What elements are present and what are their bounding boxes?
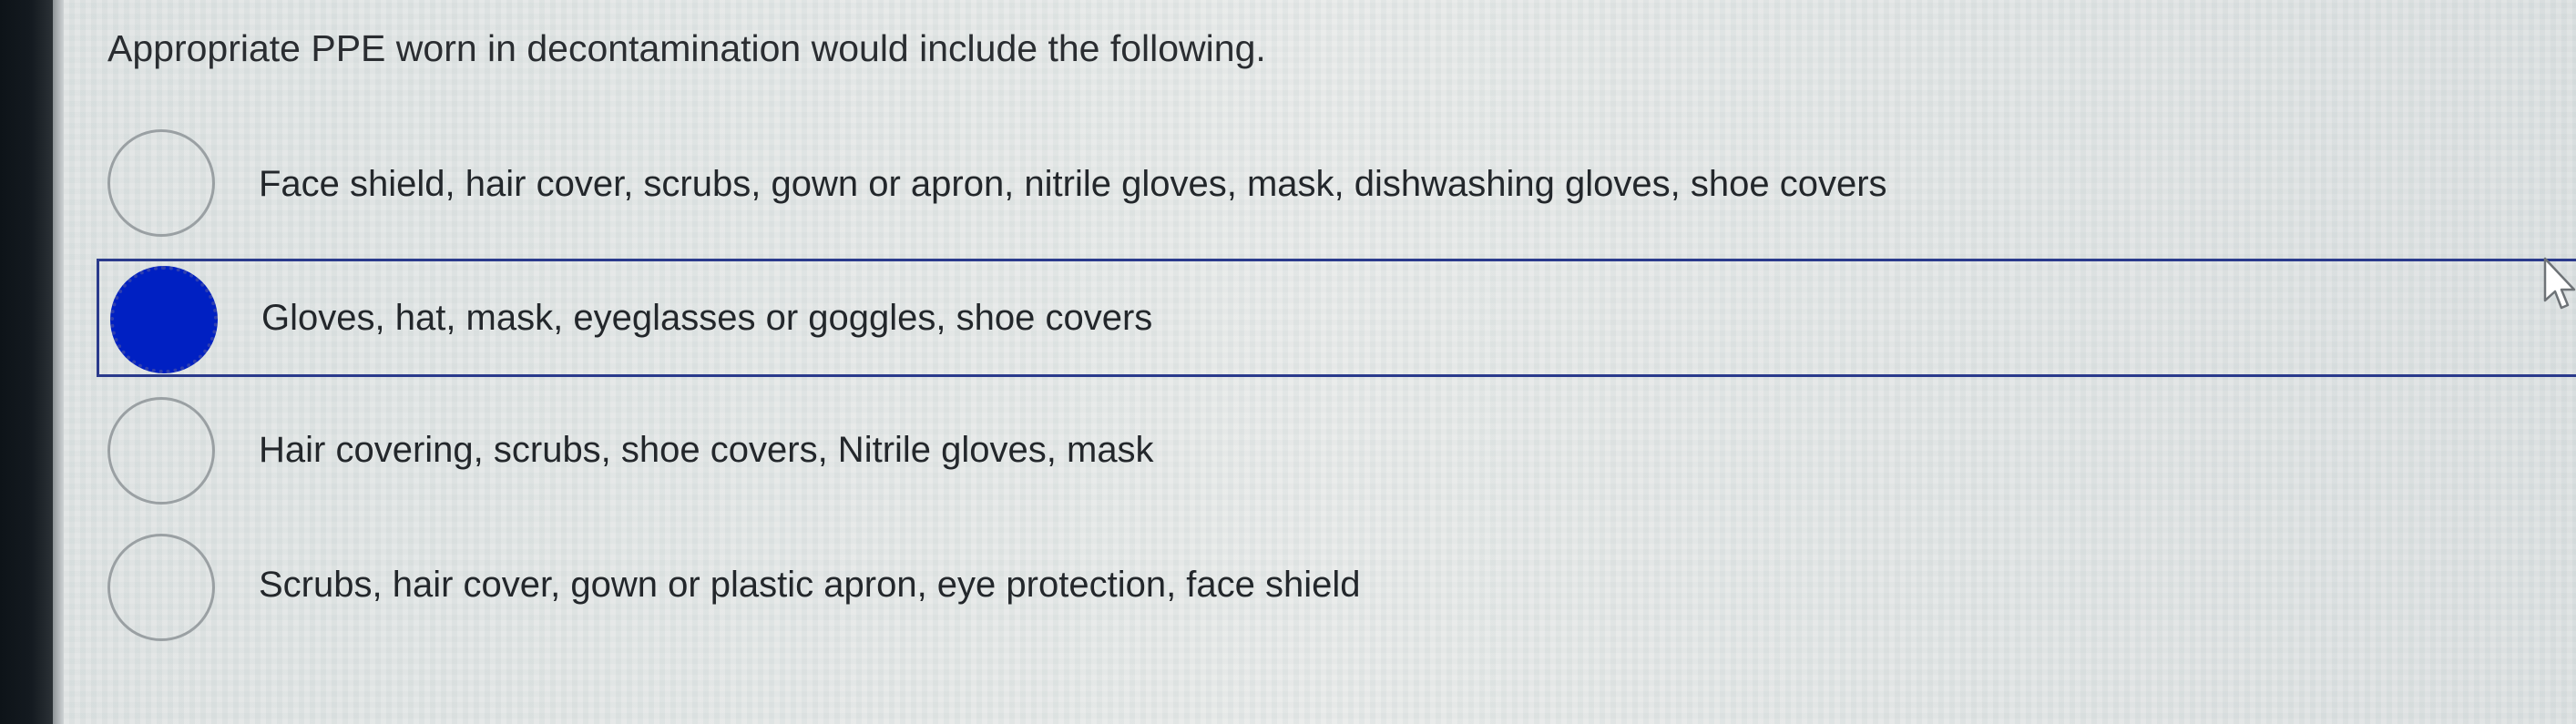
answer-option-1-label: Face shield, hair cover, scrubs, gown or… [259, 164, 1887, 204]
answer-option-2[interactable]: Gloves, hat, mask, eyeglasses or goggles… [97, 259, 2576, 377]
radio-button-1[interactable] [107, 129, 215, 237]
answer-option-4-label: Scrubs, hair cover, gown or plastic apro… [259, 565, 1361, 605]
answer-option-3[interactable]: Hair covering, scrubs, shoe covers, Nitr… [97, 393, 2576, 512]
monitor-bezel [0, 0, 53, 724]
radio-button-2-selected[interactable] [110, 266, 218, 373]
answer-option-3-label: Hair covering, scrubs, shoe covers, Nitr… [259, 430, 1154, 470]
answer-option-2-label: Gloves, hat, mask, eyeglasses or goggles… [261, 298, 1153, 338]
answer-option-1[interactable]: Face shield, hair cover, scrubs, gown or… [97, 127, 2576, 246]
answer-option-4[interactable]: Scrubs, hair cover, gown or plastic apro… [97, 528, 2576, 647]
radio-button-4[interactable] [107, 534, 215, 641]
window-edge [53, 0, 64, 724]
question-text: Appropriate PPE worn in decontamination … [107, 27, 1266, 69]
radio-button-3[interactable] [107, 397, 215, 505]
mouse-pointer-icon [2543, 257, 2576, 310]
